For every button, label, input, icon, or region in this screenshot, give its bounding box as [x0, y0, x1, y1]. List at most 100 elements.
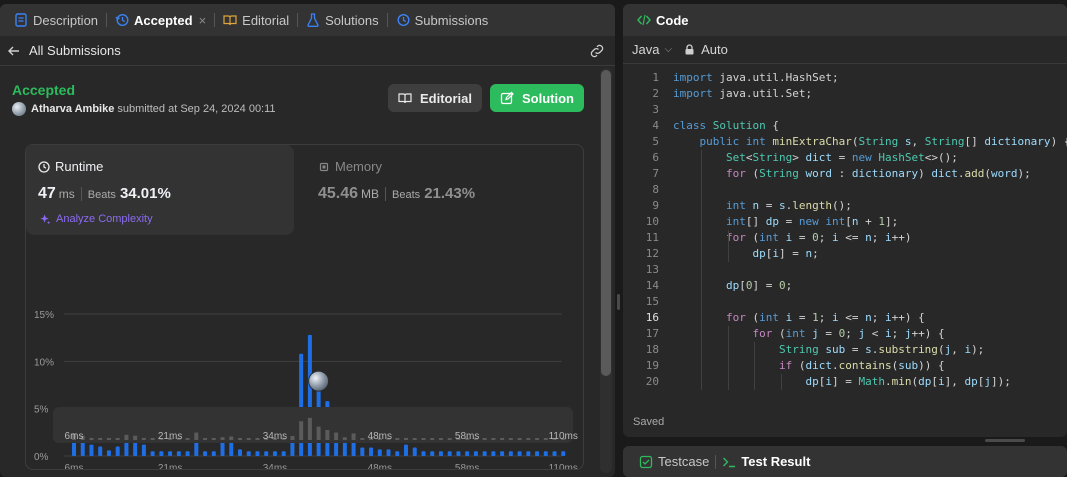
language-select[interactable]: Java	[632, 42, 659, 57]
indent-guide	[727, 230, 729, 262]
tab-testcase[interactable]: Testcase	[635, 446, 713, 477]
chart-bar	[526, 451, 531, 456]
code-text: for (int i = 1; i <= n; i++) {	[673, 310, 925, 326]
submission-panel: Description Accepted × Editorial Solutio…	[0, 4, 615, 477]
book-icon	[398, 93, 412, 104]
chart-bar	[342, 440, 347, 456]
code-token: int	[785, 327, 813, 340]
tab-test-result[interactable]: Test Result	[718, 446, 814, 477]
scrollbar[interactable]	[600, 68, 612, 473]
code-token: dp	[964, 375, 978, 388]
code-text: public int minExtraChar(String s, String…	[673, 134, 1067, 150]
solution-label: Solution	[522, 90, 574, 106]
code-text: dp[i] = Math.min(dp[i], dp[j]);	[673, 374, 1010, 390]
code-token: substring	[878, 343, 938, 356]
code-token: sub	[825, 343, 846, 356]
overview-bar	[211, 438, 216, 440]
overview-bar	[412, 438, 417, 440]
line-number: 9	[652, 199, 659, 212]
link-icon[interactable]	[589, 44, 605, 58]
all-submissions-link[interactable]: All Submissions	[29, 43, 121, 58]
code-token: ;	[845, 327, 859, 340]
solution-button[interactable]: Solution	[490, 84, 584, 112]
code-token: ;	[818, 231, 832, 244]
overview-bar	[185, 438, 190, 440]
overview-bar	[482, 438, 487, 440]
code-token: ] =	[831, 375, 859, 388]
line-number: 2	[652, 87, 659, 100]
line-number: 20	[645, 375, 659, 388]
chart-bar	[412, 447, 417, 456]
tab-accepted[interactable]: Accepted ×	[109, 4, 212, 36]
overview-bar	[299, 421, 304, 440]
scrollbar-thumb[interactable]	[601, 70, 611, 376]
runtime-distribution-chart[interactable]: 0% 5% 10% 15% 6ms 21ms 34ms 48ms 58ms 110ms 6ms 21m…	[26, 145, 583, 469]
code-token: Solution	[712, 119, 766, 132]
code-icon	[637, 13, 651, 27]
code-token: i	[937, 375, 945, 388]
auto-mode[interactable]: Auto	[701, 42, 728, 57]
overview-bar	[133, 435, 138, 440]
chart-bar	[203, 451, 208, 456]
line-number: 18	[645, 343, 659, 356]
code-toolbar: Java ⌵ Auto	[623, 36, 1067, 64]
chart-bar	[377, 449, 382, 456]
chart-bar	[176, 451, 181, 456]
code-text: Set<String> dict = new HashSet<>();	[673, 150, 958, 166]
arrow-left-icon[interactable]	[7, 44, 21, 58]
line-number: 15	[645, 295, 659, 308]
code-token: word	[805, 167, 832, 180]
tab-code[interactable]: Code	[631, 4, 695, 36]
code-editor[interactable]: 1 import java.util.HashSet; 2 import java.u…	[623, 70, 1067, 402]
vertical-resize-handle[interactable]	[617, 294, 620, 310]
overview-tick-label: 21ms	[158, 431, 182, 442]
lock-icon	[685, 44, 694, 55]
code-token: ],	[944, 375, 965, 388]
overview-bar	[500, 438, 505, 440]
code-text: int[] dp = new int[n + 1];	[673, 214, 898, 230]
editorial-button[interactable]: Editorial	[388, 84, 482, 112]
tab-description[interactable]: Description	[8, 4, 104, 36]
history-icon	[115, 13, 129, 27]
terminal-icon	[722, 455, 736, 469]
x-tick-label: 21ms	[158, 463, 182, 469]
submitter-name[interactable]: Atharva Ambike	[31, 103, 114, 115]
code-token: ++)	[891, 231, 912, 244]
chart-bar	[421, 451, 426, 456]
code-text: dp[i] = n;	[673, 246, 818, 262]
chart-bar	[89, 444, 94, 456]
chart-bar	[106, 450, 111, 456]
chart-bar	[264, 451, 269, 456]
code-token: dict	[805, 151, 832, 164]
chevron-down-icon[interactable]: ⌵	[664, 44, 672, 55]
overview-tick-label: 6ms	[65, 431, 84, 442]
horizontal-resize-handle[interactable]	[985, 439, 1025, 442]
tab-label: Test Result	[741, 454, 811, 469]
avatar[interactable]	[12, 102, 26, 116]
tab-label: Submissions	[414, 12, 489, 28]
code-token: public int	[699, 135, 773, 148]
code-token: ,	[951, 343, 965, 356]
code-token: dp	[752, 247, 766, 260]
chart-bar	[561, 451, 566, 456]
overview-tick-label: 34ms	[263, 431, 287, 442]
code-token: .	[831, 359, 839, 372]
chart-bar	[141, 444, 146, 456]
overview-bar	[543, 438, 548, 440]
code-token: =	[792, 311, 813, 324]
tab-editorial[interactable]: Editorial	[217, 4, 295, 36]
code-text: class Solution {	[673, 118, 779, 134]
tab-label: Solutions	[325, 12, 379, 28]
code-token: int	[725, 215, 746, 228]
tab-divider	[106, 13, 108, 27]
code-token: for	[725, 167, 753, 180]
code-text: dp[0] = 0;	[673, 278, 792, 294]
tab-submissions[interactable]: Submissions	[390, 4, 495, 36]
tab-solutions[interactable]: Solutions	[300, 4, 384, 36]
close-icon[interactable]: ×	[199, 13, 207, 28]
code-token: if	[778, 359, 799, 372]
